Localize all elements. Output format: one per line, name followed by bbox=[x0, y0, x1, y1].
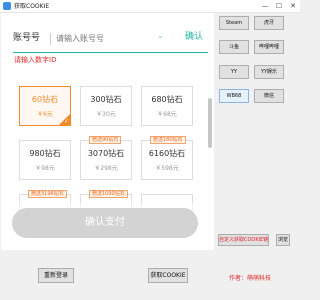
confirm-pay-button[interactable]: 确认支付 bbox=[12, 208, 198, 238]
package-price: ￥98元 bbox=[35, 165, 55, 172]
bonus-badge: 赠送90钻石 bbox=[89, 136, 122, 144]
steam-button[interactable]: Steam bbox=[219, 16, 249, 30]
window-title: 获取COOKIE bbox=[14, 3, 50, 10]
app-icon bbox=[3, 2, 11, 10]
confirm-account-button[interactable]: 确认 bbox=[185, 29, 203, 42]
wechat-button[interactable]: 微信 bbox=[254, 89, 284, 103]
relogin-button[interactable]: 重新登录 bbox=[38, 268, 74, 283]
package-amount: 6160钻石 bbox=[148, 149, 186, 158]
web-view: 账号号 ⌄ 确认 请输入数字ID 60钻石 ￥6元 ✓ 300钻石 ￥30元 6… bbox=[1, 13, 214, 250]
browse-button[interactable]: 浏览 bbox=[276, 234, 290, 246]
package-card-60[interactable]: 60钻石 ￥6元 ✓ bbox=[19, 86, 71, 126]
package-amount: 300钻石 bbox=[90, 95, 122, 104]
scrollbar-thumb[interactable] bbox=[208, 98, 212, 148]
package-price: ￥298元 bbox=[94, 165, 118, 172]
maximize-button[interactable]: ☐ bbox=[272, 0, 286, 13]
package-amount: 680钻石 bbox=[151, 95, 183, 104]
minimize-button[interactable]: — bbox=[258, 0, 272, 13]
bonus-badge: 赠送3196钻石 bbox=[28, 190, 67, 198]
account-row: 账号号 ⌄ 确认 bbox=[13, 25, 208, 53]
bilibili-button[interactable]: 哔哩哔哩 bbox=[254, 40, 284, 54]
account-hint: 请输入数字ID bbox=[14, 56, 57, 64]
bonus-badge: 赠送180钻石 bbox=[150, 136, 186, 144]
check-icon: ✓ bbox=[63, 118, 69, 125]
package-card-3070[interactable]: 赠送90钻石 3070钻石 ￥298元 bbox=[80, 136, 132, 180]
huya-button[interactable]: 虎牙 bbox=[254, 16, 284, 30]
package-card-6160[interactable]: 赠送180钻石 6160钻石 ￥598元 bbox=[141, 136, 193, 180]
divider bbox=[50, 33, 51, 45]
account-input[interactable] bbox=[56, 29, 166, 47]
app-window: 获取COOKIE — ☐ ✕ 账号号 ⌄ 确认 请输入数字ID 60钻石 ￥6元… bbox=[0, 0, 300, 300]
yy-entertainment-button[interactable]: YY娱乐 bbox=[254, 65, 284, 79]
input-underline bbox=[13, 52, 208, 53]
package-amount: 60钻石 bbox=[31, 95, 59, 104]
package-card-300[interactable]: 300钻石 ￥30元 bbox=[80, 86, 132, 126]
package-amount: 980钻石 bbox=[29, 149, 61, 158]
get-cookie-button[interactable]: 获取COOKIE bbox=[148, 268, 188, 283]
account-label: 账号号 bbox=[13, 33, 41, 43]
package-card-980[interactable]: 980钻石 ￥98元 bbox=[19, 140, 71, 180]
package-price: ￥30元 bbox=[96, 111, 116, 118]
custom-cookie-link-button[interactable]: 自定义获取COOKIE链接 bbox=[218, 234, 269, 246]
wb68-button[interactable]: WB68 bbox=[219, 89, 249, 103]
package-amount: 3070钻石 bbox=[87, 149, 125, 158]
bonus-badge: 赠送1090钻石 bbox=[89, 190, 128, 198]
douyu-button[interactable]: 斗鱼 bbox=[219, 40, 249, 54]
package-price: ￥68元 bbox=[157, 111, 177, 118]
package-card-680[interactable]: 680钻石 ￥68元 bbox=[141, 86, 193, 126]
author-label: 作者：萌萌科技 bbox=[229, 275, 272, 282]
chevron-down-icon[interactable]: ⌄ bbox=[157, 31, 164, 40]
close-button[interactable]: ✕ bbox=[286, 0, 300, 13]
package-price: ￥598元 bbox=[155, 165, 179, 172]
title-bar: 获取COOKIE — ☐ ✕ bbox=[0, 0, 300, 13]
yy-button[interactable]: YY bbox=[219, 65, 249, 79]
